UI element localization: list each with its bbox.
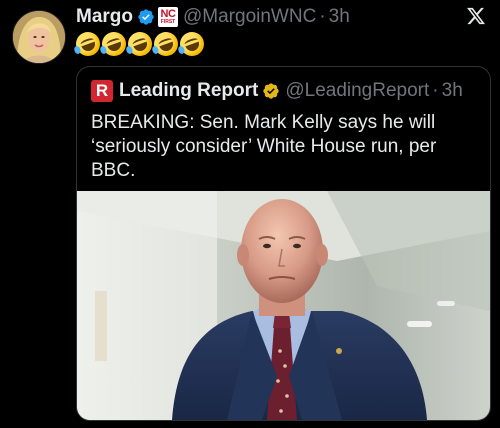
avatar[interactable]: [12, 10, 66, 64]
rofl-emoji-icon: [98, 28, 130, 60]
quoted-post-time[interactable]: 3h: [442, 80, 463, 102]
quoted-post-header: R Leading Report @LeadingReport · 3h: [91, 79, 480, 103]
post-header: Margo NC FIRST @MargoinWNC · 3h: [76, 4, 486, 30]
rofl-emoji-icon: [150, 28, 182, 60]
separator: ·: [432, 80, 439, 101]
quoted-post-text: BREAKING: Sen. Mark Kelly says he will ‘…: [91, 112, 437, 181]
post-body-emojis: [72, 28, 208, 60]
author-name[interactable]: Margo: [76, 6, 133, 28]
rofl-emoji-icon: [124, 28, 156, 60]
separator: ·: [319, 6, 326, 27]
quoted-post[interactable]: R Leading Report @LeadingReport · 3h BRE…: [76, 66, 491, 421]
quoted-post-image[interactable]: [77, 191, 490, 420]
rofl-emoji-icon: [176, 28, 208, 60]
verified-badge-icon: [137, 8, 155, 26]
leading-report-logo-icon[interactable]: R: [91, 80, 113, 102]
author-handle[interactable]: @MargoinWNC: [183, 6, 316, 28]
x-logo-icon[interactable]: [466, 6, 486, 26]
gold-verified-badge-icon: [262, 82, 280, 100]
quoted-author-name[interactable]: Leading Report: [119, 80, 258, 102]
quoted-author-handle[interactable]: @LeadingReport: [285, 80, 429, 102]
affiliate-badge-icon[interactable]: NC FIRST: [158, 7, 178, 27]
rofl-emoji-icon: [72, 28, 104, 60]
post-time[interactable]: 3h: [329, 6, 350, 28]
